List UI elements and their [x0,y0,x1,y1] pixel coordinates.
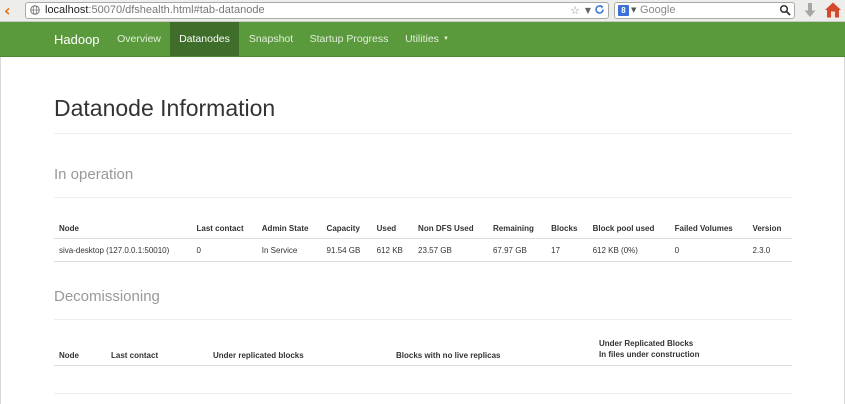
column-header: Remaining [487,211,547,239]
cell-admin-state: In Service [256,238,322,262]
page-left-border [0,57,1,404]
section-divider [54,319,792,320]
column-header: Capacity [321,211,372,239]
nav-startup-progress[interactable]: Startup Progress [303,22,395,56]
globe-icon [30,5,40,15]
column-header: Admin State [256,211,322,239]
column-header: Node [54,334,106,366]
section-title-in-operation: In operation [54,166,134,183]
column-header: Blocks [546,211,588,239]
cell-non-dfs-used: 23.57 GB [413,238,488,262]
back-arrow-icon[interactable]: ‹ [4,3,18,19]
cell-capacity: 91.54 GB [321,238,372,262]
column-header: Non DFS Used [413,211,488,239]
title-divider [54,133,792,134]
search-placeholder: Google [640,4,676,16]
nav-datanodes[interactable]: Datanodes [170,22,239,56]
column-header: Block pool used [587,211,670,239]
nav-snapshot[interactable]: Snapshot [241,22,301,56]
section-divider [54,197,792,198]
history-dropdown-icon[interactable]: ▼ [585,3,591,18]
home-icon[interactable] [824,1,842,19]
decommissioning-table: Node Last contact Under replicated block… [54,334,792,366]
brand-logo[interactable]: Hadoop [54,22,100,57]
cell-block-pool-used: 612 KB (0%) [587,238,670,262]
datanode-table: Node Last contact Admin State Capacity U… [54,211,792,262]
column-header: Last contact [191,211,257,239]
table-header-row: Node Last contact Admin State Capacity U… [54,211,792,239]
column-header-line: Under Replicated Blocks [599,339,694,348]
column-header: Under replicated blocks [208,334,391,366]
bookmark-star-icon[interactable]: ☆ [570,3,580,18]
browser-toolbar: ‹ localhost:50070/dfshealth.html#tab-dat… [0,0,845,22]
column-header: Failed Volumes [669,211,748,239]
footer-divider [54,393,792,394]
search-engine-dropdown-icon[interactable]: ▼ [631,3,636,18]
top-navbar: Hadoop Overview Datanodes Snapshot Start… [0,22,845,57]
cell-last-contact: 0 [191,238,257,262]
nav-utilities[interactable]: Utilities ▼ [399,22,455,56]
nav-utilities-label: Utilities [405,33,439,45]
column-header: Used [371,211,414,239]
page-title: Datanode Information [54,95,276,121]
table-row: siva-desktop (127.0.0.1:50010) 0 In Serv… [54,238,792,262]
cell-used: 612 KB [371,238,414,262]
section-title-decommissioning: Decomissioning [54,288,160,305]
cell-failed-volumes: 0 [669,238,748,262]
cell-blocks: 17 [546,238,588,262]
column-header: Blocks with no live replicas [391,334,594,366]
address-bar[interactable]: localhost:50070/dfshealth.html#tab-datan… [25,2,609,19]
download-arrow-icon[interactable] [803,2,817,19]
search-icon[interactable] [779,4,791,16]
nav-overview[interactable]: Overview [109,22,169,56]
url-text: localhost:50070/dfshealth.html#tab-datan… [45,4,265,16]
column-header: Node [54,211,192,239]
search-engine-icon[interactable]: 8 [618,5,629,16]
cell-node: siva-desktop (127.0.0.1:50010) [54,238,192,262]
column-header: Version [747,211,792,239]
column-header-line: In files under construction [599,350,700,359]
column-header: Last contact [106,334,208,366]
search-bar[interactable]: 8 ▼ Google [614,2,795,19]
cell-remaining: 67.97 GB [487,238,547,262]
reload-icon[interactable] [594,4,605,15]
table-header-row: Node Last contact Under replicated block… [54,334,792,366]
cell-version: 2.3.0 [747,238,792,262]
caret-down-icon: ▼ [442,36,449,43]
column-header-under-replicated-in-construction: Under Replicated Blocks In files under c… [594,334,792,366]
